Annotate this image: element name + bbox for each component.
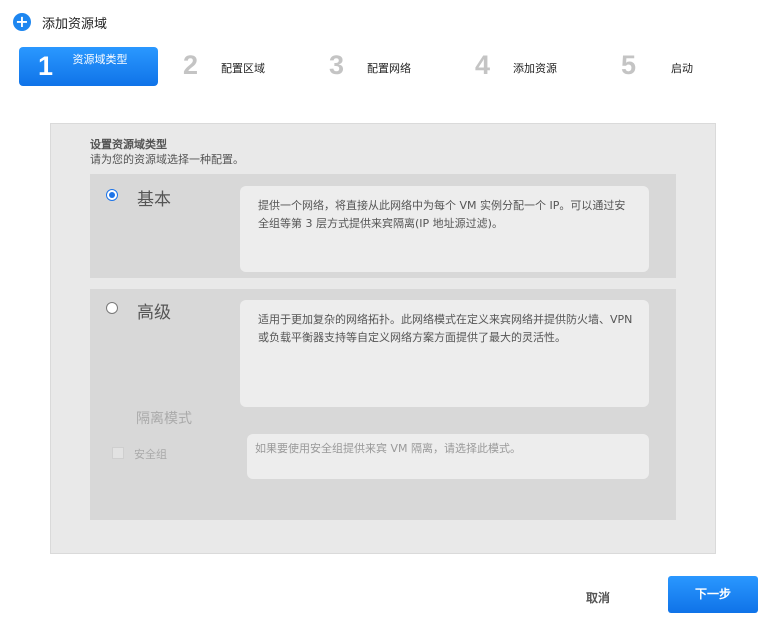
plus-circle-icon: + (13, 13, 31, 31)
step-5-launch[interactable]: 5 (621, 50, 636, 81)
step-2-configure-zone[interactable]: 2 (183, 50, 198, 81)
panel-subtitle: 请为您的资源域选择一种配置。 (90, 153, 244, 166)
isolation-mode-heading: 隔离模式 (136, 411, 192, 427)
step-number: 4 (475, 50, 491, 80)
step-number: 3 (329, 50, 345, 80)
step-number: 1 (38, 51, 54, 81)
basic-option-label[interactable]: 基本 (137, 185, 171, 210)
step-4-add-resources[interactable]: 4 (475, 50, 490, 81)
security-group-checkbox[interactable] (112, 447, 124, 459)
page-title: 添加资源域 (42, 17, 108, 32)
step-label: 配置网络 (367, 62, 411, 75)
security-group-description: 如果要使用安全组提供来宾 VM 隔离，请选择此模式。 (247, 434, 649, 479)
step-number: 2 (183, 50, 199, 80)
step-label: 启动 (671, 62, 693, 75)
step-3-configure-network[interactable]: 3 (329, 50, 344, 81)
cancel-button[interactable]: 取消 (586, 589, 610, 606)
step-label: 添加资源 (513, 62, 557, 75)
next-button[interactable]: 下一步 (668, 576, 758, 613)
advanced-option-label[interactable]: 高级 (137, 298, 171, 323)
basic-description: 提供一个网络，将直接从此网络中为每个 VM 实例分配一个 IP。可以通过安全组等… (240, 186, 649, 272)
panel-title: 设置资源域类型 (90, 138, 167, 151)
basic-radio[interactable] (106, 189, 118, 201)
advanced-description: 适用于更加复杂的网络拓扑。此网络模式在定义来宾网络并提供防火墙、VPN 或负载平… (240, 300, 649, 407)
step-label: 配置区域 (221, 62, 265, 75)
step-number: 5 (621, 50, 637, 80)
security-group-label[interactable]: 安全组 (134, 446, 167, 462)
step-label: 资源域类型 (72, 53, 128, 66)
advanced-radio[interactable] (106, 302, 118, 314)
step-1-zone-type[interactable]: 1 资源域类型 (19, 47, 158, 86)
